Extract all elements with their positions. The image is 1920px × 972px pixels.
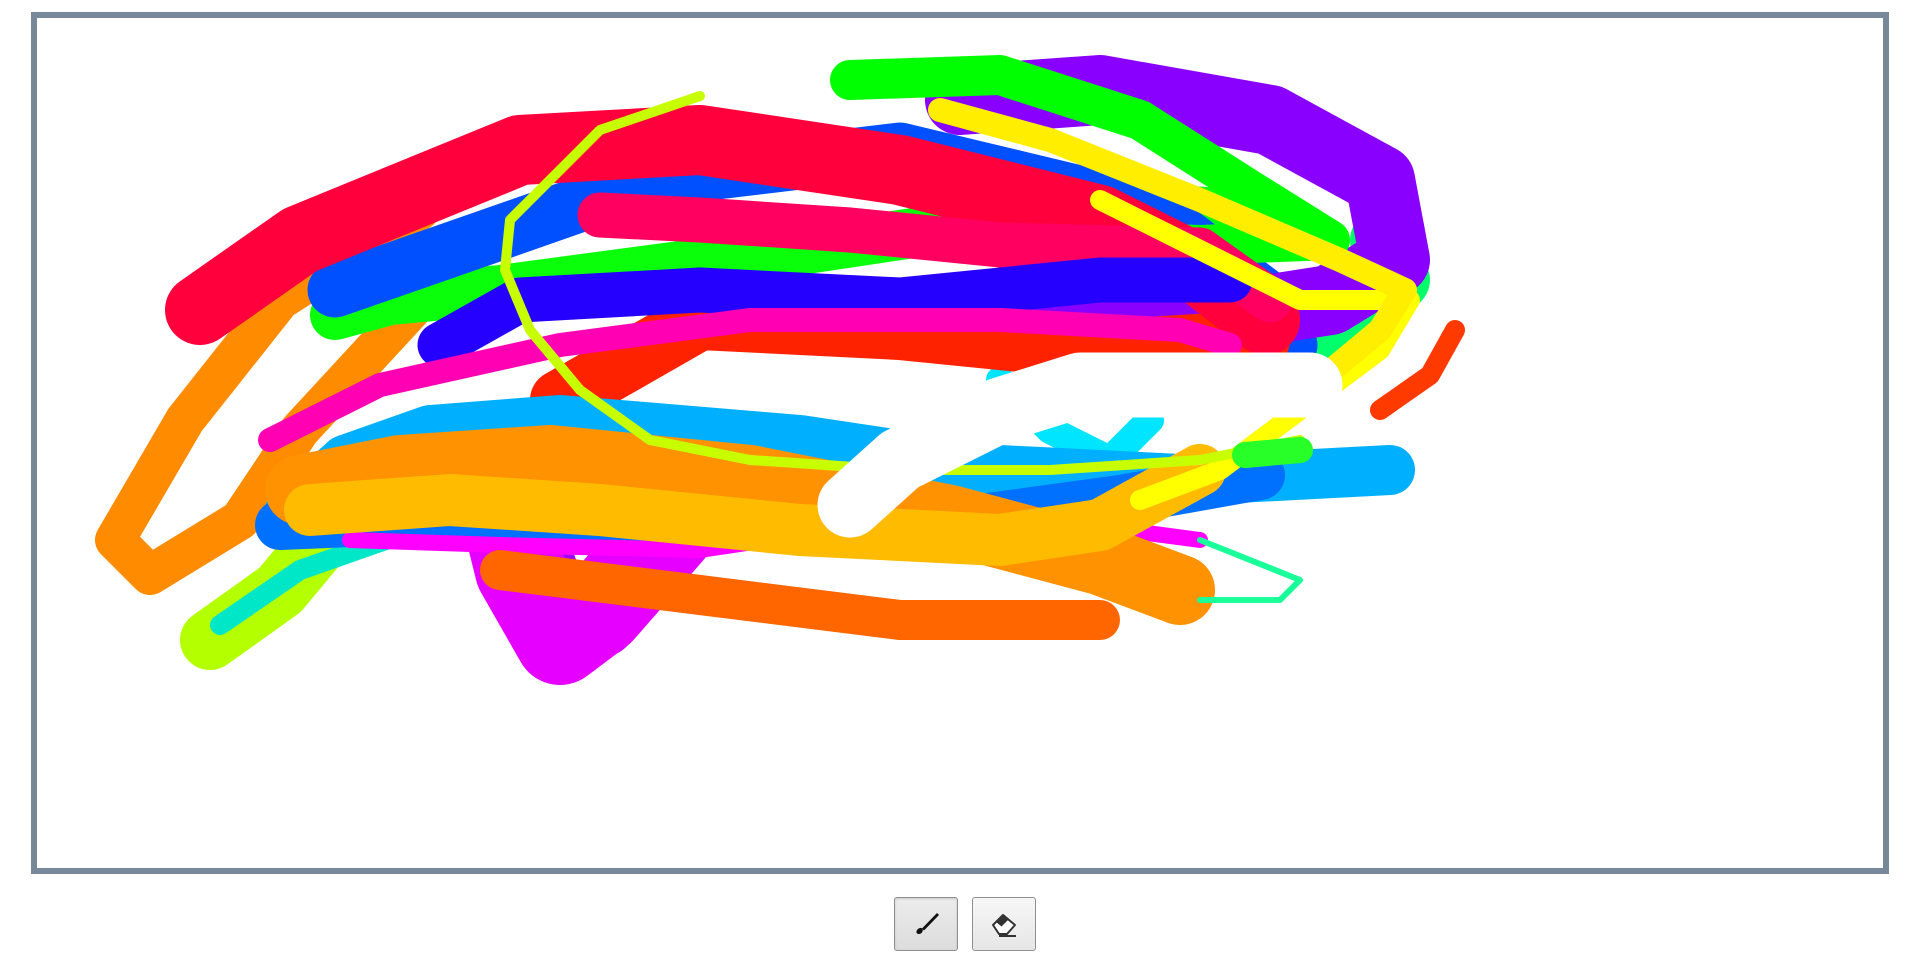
eraser-icon bbox=[987, 907, 1021, 941]
brush-tool-button[interactable] bbox=[894, 897, 958, 951]
brush-stroke-28 bbox=[1197, 537, 1303, 603]
brush-icon bbox=[909, 907, 943, 941]
drawing-surface[interactable] bbox=[37, 18, 1883, 868]
drawing-canvas[interactable] bbox=[31, 12, 1889, 874]
eraser-tool-button[interactable] bbox=[972, 897, 1036, 951]
toolbar bbox=[894, 897, 1036, 951]
brush-stroke-27 bbox=[1232, 437, 1313, 468]
